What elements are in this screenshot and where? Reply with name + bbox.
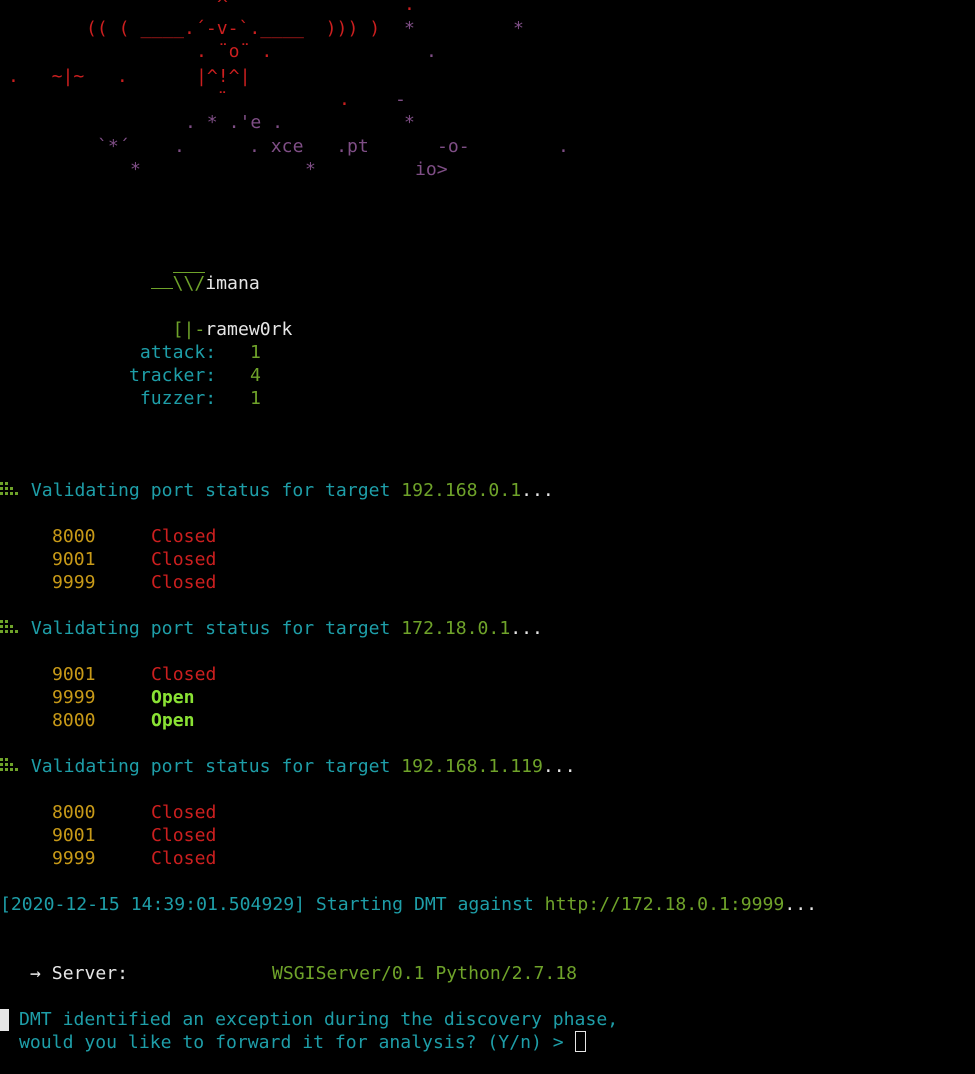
port-status-closed: Closed xyxy=(151,848,217,869)
terminal-window[interactable]: ^.(( ( ____.´-v-`.____ ))) ) * *. ¨o¨ ... … xyxy=(0,0,975,1074)
port-status-closed: Closed xyxy=(151,664,217,685)
banner-fragment: . xyxy=(426,41,437,62)
grid-bars-icon xyxy=(0,482,20,496)
port-number: 9001 xyxy=(52,549,96,570)
banner-fragment: . ~|~ . xyxy=(8,66,128,87)
banner-fragment: * xyxy=(404,112,415,133)
banner-fragment: * xyxy=(130,159,141,180)
scan-target: 192.168.1.119 xyxy=(401,756,543,777)
logo-v-glyph: \\/ xyxy=(172,272,206,294)
scan-ellipsis: ... xyxy=(510,618,543,639)
prompt-line-1: DMT identified an exception during the d… xyxy=(19,1009,619,1030)
banner-fragment: . xyxy=(404,0,415,15)
port-status-closed: Closed xyxy=(151,802,217,823)
grid-bars-icon xyxy=(0,758,20,772)
banner-fragment: ¨ xyxy=(217,89,228,110)
banner-fragment: . ¨o¨ . xyxy=(196,41,273,62)
prompt-line-2[interactable]: would you like to forward it for analysi… xyxy=(19,1030,586,1054)
scan-header: Validating port status for target 192.16… xyxy=(0,755,576,778)
banner-fragment: . xyxy=(339,89,350,110)
port-status-closed: Closed xyxy=(151,549,217,570)
scan-header: Validating port status for target 172.18… xyxy=(0,617,543,640)
port-number: 9999 xyxy=(52,848,96,869)
scan-ellipsis: ... xyxy=(521,480,554,501)
scan-target: 172.18.0.1 xyxy=(401,618,511,639)
banner-fragment: . * .'e . xyxy=(185,112,284,133)
start-line: [2020-12-15 14:39:01.504929] Starting DM… xyxy=(0,893,817,916)
server-value: WSGIServer/0.1 Python/2.7.18 xyxy=(272,963,578,984)
scan-text: Validating port status for target xyxy=(20,756,402,777)
port-number: 8000 xyxy=(52,710,96,731)
server-label: Server: xyxy=(40,963,129,984)
port-number: 8000 xyxy=(52,526,96,547)
port-number: 8000 xyxy=(52,802,96,823)
banner-fragment: -o- xyxy=(437,136,470,157)
banner-fragment: . xce .pt xyxy=(249,136,369,157)
start-url: http://172.18.0.1:9999 xyxy=(544,894,785,915)
port-status-open: Open xyxy=(151,687,195,708)
banner-fragment: * xyxy=(305,159,316,180)
arrow-icon: → xyxy=(30,963,41,984)
banner-fragment: * xyxy=(404,18,415,39)
server-line: → Server: xyxy=(30,962,128,985)
port-status-closed: Closed xyxy=(151,825,217,846)
scan-header: Validating port status for target 192.16… xyxy=(0,479,554,502)
banner-fragment: - xyxy=(395,89,406,110)
module-label: tracker: xyxy=(129,365,217,386)
banner-fragment: |^!^| xyxy=(196,66,251,87)
port-status-closed: Closed xyxy=(151,526,217,547)
port-status-open: Open xyxy=(151,710,195,731)
port-number: 9001 xyxy=(52,825,96,846)
banner-fragment: . xyxy=(558,136,569,157)
grid-bars-icon xyxy=(0,620,20,634)
module-label: fuzzer: xyxy=(129,388,217,409)
text-cursor[interactable] xyxy=(574,1030,586,1052)
logo-text-framework: ramew0rk xyxy=(205,319,293,340)
port-number: 9001 xyxy=(52,664,96,685)
banner-fragment: `*´ xyxy=(97,136,130,157)
port-number: 9999 xyxy=(52,687,96,708)
logo-f-glyph: [|- xyxy=(172,319,206,340)
prompt-question: would you like to forward it for analysi… xyxy=(19,1032,575,1053)
module-label: attack: xyxy=(129,342,217,363)
banner-fragment: ^ xyxy=(217,0,228,15)
port-number: 9999 xyxy=(52,572,96,593)
logo-f-bar xyxy=(151,288,173,289)
module-count: 4 xyxy=(250,365,261,386)
banner-fragment: io> xyxy=(415,159,448,180)
module-count: 1 xyxy=(250,342,261,363)
start-ellipsis: ... xyxy=(784,894,818,915)
scan-ellipsis: ... xyxy=(542,756,576,777)
banner-fragment: . xyxy=(174,136,185,157)
start-timestamp: [2020-12-15 14:39:01.504929] xyxy=(0,894,306,915)
logo-text-imana: imana xyxy=(205,273,260,294)
prompt-marker-icon xyxy=(0,1009,9,1031)
scan-text: Validating port status for target xyxy=(20,480,402,501)
banner-fragment: * xyxy=(513,18,524,39)
port-status-closed: Closed xyxy=(151,572,217,593)
scan-text: Validating port status for target xyxy=(20,618,402,639)
module-count: 1 xyxy=(250,388,261,409)
banner-fragment: (( ( ____.´-v-`.____ ))) ) xyxy=(86,18,381,39)
scan-target: 192.168.0.1 xyxy=(401,480,522,501)
start-text: Starting DMT against xyxy=(305,894,545,915)
